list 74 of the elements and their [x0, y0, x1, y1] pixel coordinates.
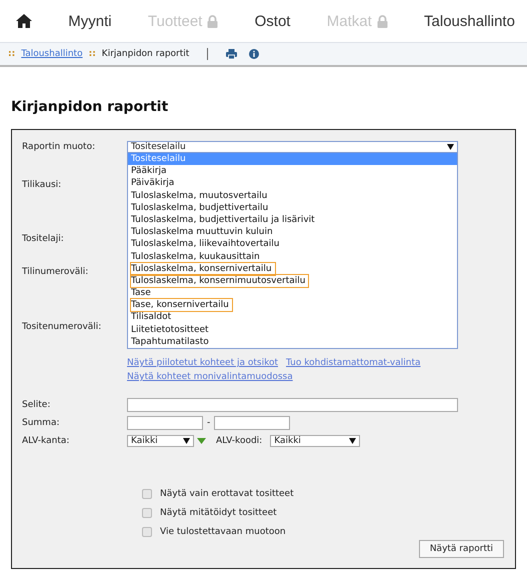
checkbox-label: Vie tulostettavaan muotoon [160, 526, 286, 536]
amount-to-field[interactable] [214, 416, 290, 430]
field-label: Tilikausi: [22, 180, 62, 190]
report-type-select[interactable]: Tositeselailu [127, 141, 458, 153]
highlight-frame: Tuloslaskelma, liikevaihtovertailu [131, 238, 280, 251]
lock-icon [207, 14, 218, 28]
dropdown-option[interactable]: Tuloslaskelma muuttuvin kuluin [128, 226, 457, 238]
highlight-frame: Tilisaldot [131, 311, 172, 324]
info-icon[interactable] [249, 49, 260, 59]
field-label: ALV-koodi: [216, 436, 262, 446]
nav-link[interactable]: Myynti [68, 12, 112, 30]
field-label: Tilinumeroväli: [22, 267, 90, 277]
field-label: Raportin muoto: [22, 142, 96, 152]
vat-code-select[interactable]: Kaikki [270, 435, 360, 447]
caret-icon [183, 438, 190, 444]
nav-link[interactable]: Ostot [254, 12, 290, 30]
dropdown-option[interactable]: Tuloslaskelma, konsernimuutosvertailu [128, 274, 457, 288]
dropdown-option[interactable]: Pääkirja [128, 165, 457, 178]
dropdown-option[interactable]: Liitetietotositteet [128, 324, 457, 336]
range-separator: - [207, 418, 210, 428]
highlight-frame: Tuloslaskelma muuttuvin kuluin [131, 226, 273, 238]
dropdown-option[interactable]: Tuloslaskelma, kuukausittain [128, 250, 457, 263]
breadcrumb-link[interactable]: Taloushallinto [21, 49, 83, 59]
dropdown-option[interactable]: Tuloslaskelma, budjettivertailu [128, 202, 457, 214]
highlight-frame: Tositeselailu [131, 153, 186, 166]
dropdown-option[interactable]: Tuloslaskelma, liikevaihtovertailu [128, 238, 457, 250]
field-label: Summa: [22, 418, 60, 428]
highlight-frame: Tuloslaskelma, budjettivertailu ja lisärivit [131, 214, 315, 226]
checkbox[interactable] [142, 488, 152, 498]
breadcrumb-current: Kirjanpidon raportit [102, 49, 190, 59]
dropdown-option[interactable]: Tuloslaskelma, muutosvertailu [128, 190, 457, 202]
checkbox-label: Näytä mitätöidyt tositteet [160, 508, 277, 518]
highlight-frame: Tase, konsernivertailu [131, 299, 232, 312]
description-field[interactable] [127, 398, 458, 412]
show-report-button[interactable]: Näytä raportti [418, 540, 504, 558]
dropdown-option[interactable]: Päiväkirja [128, 177, 457, 190]
dropdown-option[interactable]: Tuloslaskelma, konsernivertailu [128, 262, 457, 275]
nav-link[interactable]: Taloushallinto [424, 12, 515, 30]
checkbox-label: Näytä vain erottavat tositteet [160, 488, 294, 498]
highlight-frame: Päiväkirja [131, 177, 174, 190]
highlight-frame: Tuloslaskelma, konsernivertailu [131, 262, 275, 275]
caret-icon [349, 438, 356, 444]
highlight-frame: Tapahtumatilasto [131, 336, 209, 348]
highlight-frame: Tuloslaskelma, konsernimuutosvertailu [131, 274, 308, 288]
amount-from-field[interactable] [127, 416, 203, 430]
lock-icon [376, 14, 388, 28]
breadcrumb-separator: :: [88, 49, 96, 59]
field-label: ALV-kanta: [22, 436, 70, 446]
option-link[interactable]: Tuo kohdistamattomat-valinta [286, 358, 421, 368]
home-icon[interactable] [16, 14, 32, 28]
highlight-frame: Tuloslaskelma, budjettivertailu [131, 202, 268, 214]
dropdown-option[interactable]: Tapahtumatilasto [128, 336, 457, 348]
field-label: Tositelaji: [22, 234, 65, 244]
highlight-frame: Tuloslaskelma, muutosvertailu [131, 190, 268, 202]
dropdown-option[interactable]: Tilisaldot [128, 311, 457, 324]
dropdown-option[interactable]: Tase [128, 287, 457, 300]
dropdown-option[interactable]: Tuloslaskelma, budjettivertailu ja lisärivit [128, 214, 457, 226]
triangle-icon[interactable] [197, 438, 206, 444]
field-label: Tositenumeroväli: [22, 322, 102, 332]
caret-icon [447, 144, 454, 150]
page-title: Kirjanpidon raportit [11, 99, 170, 115]
checkbox[interactable] [142, 508, 152, 518]
print-icon[interactable] [226, 49, 238, 59]
highlight-frame: Pääkirja [131, 165, 166, 178]
breadcrumb-separator: :: [8, 49, 16, 59]
highlight-frame: Liitetietotositteet [131, 324, 209, 336]
vat-rate-select[interactable]: Kaikki [127, 435, 194, 447]
dropdown-option[interactable]: Tase, konsernivertailu [128, 299, 457, 312]
option-link[interactable]: Näytä piilotetut kohteet ja otsikot [127, 358, 278, 368]
highlight-frame: Tuloslaskelma, kuukausittain [131, 250, 260, 263]
option-link[interactable]: Näytä kohteet monivalintamuodossa [127, 372, 293, 382]
field-label: Selite: [22, 400, 52, 410]
checkbox[interactable] [142, 526, 152, 536]
highlight-frame: Tase [131, 287, 151, 300]
